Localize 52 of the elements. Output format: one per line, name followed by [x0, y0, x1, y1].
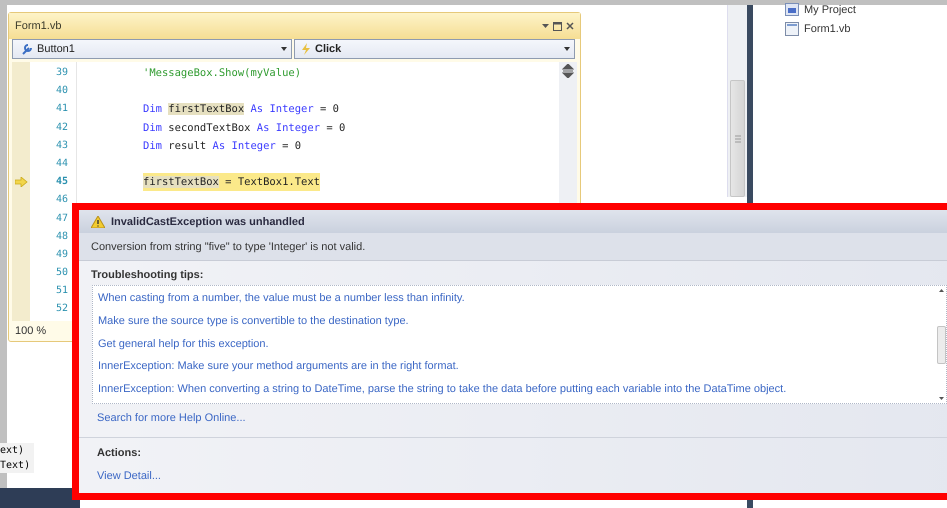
scroll-down-icon[interactable]: [938, 397, 944, 400]
event-dropdown[interactable]: Click: [294, 39, 575, 59]
exception-message: Conversion from string "five" to type 'Integer' is not valid.: [91, 240, 366, 252]
object-dropdown[interactable]: Button1: [12, 39, 292, 59]
line-number: 43: [56, 138, 68, 153]
code-fragment: Text): [0, 460, 30, 471]
code-fragment: ext): [0, 445, 26, 456]
restore-icon[interactable]: [553, 22, 562, 30]
line-number: 40: [56, 84, 68, 98]
help-link[interactable]: Search for more Help Online...: [97, 409, 246, 427]
tree-item[interactable]: My Project: [804, 4, 856, 16]
tip-link[interactable]: Get general help for this exception.: [98, 334, 269, 358]
tip-link[interactable]: InnerException: When converting a string to DateTime, parse the string to take the data before putting each variable into the DataTime object.: [98, 380, 786, 403]
scrollbar[interactable]: [727, 5, 747, 197]
wrench-icon: [21, 43, 33, 55]
close-icon[interactable]: [566, 22, 574, 30]
tip-link[interactable]: InnerException: Make sure your method arguments are in the right format.: [98, 357, 459, 380]
line-number: 42: [56, 120, 68, 135]
line-number: 52: [56, 302, 68, 316]
grip-icon: [734, 134, 740, 142]
code-line: Dim result As Integer = 0: [143, 138, 302, 154]
line-number: 44: [56, 156, 68, 171]
tips-heading: Troubleshooting tips:: [91, 269, 204, 281]
caret-icon: [564, 47, 570, 51]
tip-link[interactable]: When casting from a number, the value must be a number less than infinity.: [98, 289, 465, 312]
tip-link[interactable]: Make sure the source type is convertible to the destination type.: [98, 312, 409, 335]
line-number: 47: [56, 212, 68, 226]
code-line: Dim secondTextBox As Integer = 0: [143, 120, 346, 136]
line-number: 46: [56, 193, 68, 208]
window-title: Form1.vb: [15, 20, 62, 32]
action-link[interactable]: View Detail...: [97, 467, 161, 485]
lightning-icon: [301, 43, 311, 55]
actions-heading: Actions:: [97, 447, 141, 459]
line-number: 45: [56, 175, 68, 190]
split-icon[interactable]: [562, 64, 574, 78]
zoom-level[interactable]: 100 %: [15, 325, 46, 337]
line-number: 49: [56, 248, 68, 262]
code-line: 'MessageBox.Show(myValue): [143, 66, 302, 81]
code-line: Dim firstTextBox As Integer = 0: [143, 102, 339, 118]
scroll-up-icon[interactable]: [938, 289, 944, 292]
caret-icon: [281, 47, 287, 51]
warning-icon: [91, 216, 105, 228]
form-file-icon: [785, 22, 799, 36]
project-icon: [785, 3, 799, 16]
line-number: 39: [56, 66, 68, 80]
line-number: 50: [56, 266, 68, 280]
exception-title: InvalidCastException was unhandled: [111, 216, 305, 228]
line-number: 51: [56, 284, 68, 298]
dropdown-icon[interactable]: [542, 24, 549, 28]
tree-item[interactable]: Form1.vb: [804, 22, 850, 34]
line-number: 41: [56, 102, 68, 116]
line-number: 48: [56, 230, 68, 244]
